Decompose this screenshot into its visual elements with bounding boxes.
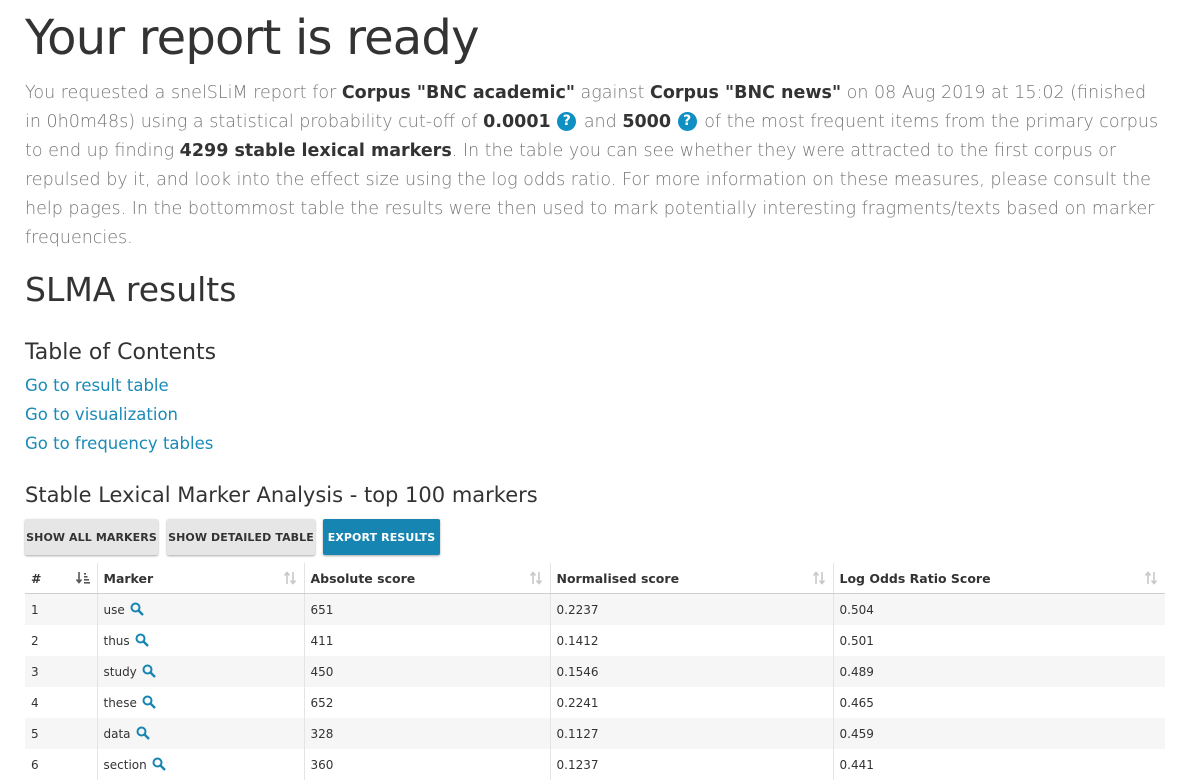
marker-cell: data [97, 718, 305, 749]
log-odds-cell: 0.501 [839, 633, 874, 648]
intro-text: You requested a snelSLiM report for [25, 83, 342, 103]
normalised-score-cell: 0.2241 [550, 687, 834, 718]
report-intro: You requested a snelSLiM report for Corp… [25, 79, 1165, 253]
log-odds-cell: 0.441 [839, 757, 874, 772]
rank-cell: 6 [25, 749, 98, 780]
slma-heading: SLMA results [25, 270, 237, 309]
normalised-score-cell: 0.2237 [550, 593, 834, 625]
absolute-score-cell: 651 [304, 593, 551, 625]
table-row: 3 study 450 0.1546 0.489 [25, 656, 1165, 687]
reference-corpus: Corpus "BNC news" [650, 83, 842, 103]
marker-label: data [103, 727, 131, 741]
marker-label: study [103, 665, 137, 679]
log-odds-cell: 0.504 [833, 593, 1165, 625]
magnifier-icon[interactable] [130, 602, 144, 616]
rank-cell: 4 [25, 687, 98, 718]
absolute-score-cell: 360 [304, 749, 551, 780]
column-header-label: Absolute score [310, 570, 416, 586]
table-row: 2 thus 411 0.1412 0.501 [25, 625, 1165, 656]
magnifier-icon[interactable] [135, 633, 149, 647]
absolute-score-cell: 450 [304, 656, 551, 687]
analysis-heading: Stable Lexical Marker Analysis - top 100… [25, 483, 538, 507]
column-header-marker[interactable]: Marker [97, 563, 305, 594]
column-header-label: Marker [103, 570, 154, 586]
column-header-rank[interactable]: # [25, 563, 98, 594]
sort-desc-icon[interactable] [75, 570, 90, 586]
column-header-log-odds[interactable]: Log Odds Ratio Score [833, 563, 1165, 594]
toc-link-frequency-tables[interactable]: Go to frequency tables [25, 434, 213, 453]
rank-cell: 3 [25, 656, 98, 687]
marker-cell: these [97, 687, 305, 718]
log-odds-cell: 0.459 [833, 718, 1165, 749]
column-header-label: Normalised score [556, 570, 680, 586]
column-header-label: Log Odds Ratio Score [839, 570, 991, 586]
toc-heading: Table of Contents [25, 340, 217, 365]
show-detailed-table-button[interactable]: SHOW DETAILED TABLE [167, 519, 315, 555]
marker-label: thus [103, 634, 130, 648]
magnifier-icon[interactable] [142, 664, 156, 678]
column-header-absolute-score[interactable]: Absolute score [304, 563, 551, 594]
marker-cell: thus [97, 625, 305, 656]
primary-corpus: Corpus "BNC academic" [341, 83, 575, 103]
absolute-score-cell: 411 [304, 625, 551, 656]
rank-cell: 1 [25, 593, 98, 625]
question-circle-icon[interactable]: ? [557, 112, 577, 131]
question-circle-icon[interactable]: ? [677, 112, 697, 131]
normalised-score-cell: 0.1412 [550, 625, 834, 656]
sort-icon[interactable] [812, 570, 826, 586]
toc-link-result-table[interactable]: Go to result table [25, 376, 169, 395]
toc-link-visualization[interactable]: Go to visualization [25, 405, 178, 424]
export-results-button[interactable]: EXPORT RESULTS [323, 519, 440, 555]
page-title: Your report is ready [25, 10, 480, 66]
log-odds-cell: 0.465 [839, 695, 874, 710]
rank-cell: 5 [25, 718, 98, 749]
column-header-normalised-score[interactable]: Normalised score [550, 563, 834, 594]
intro-text: and [578, 112, 623, 132]
marker-label: use [103, 603, 125, 617]
magnifier-icon[interactable] [142, 695, 156, 709]
show-all-markers-button[interactable]: SHOW ALL MARKERS [25, 519, 158, 555]
sort-icon[interactable] [1144, 570, 1158, 586]
sort-icon[interactable] [283, 570, 297, 586]
marker-cell: study [97, 656, 305, 687]
table-row: 4 these 652 0.2241 0.465 [25, 687, 1165, 718]
results-table: # Marker Absolute score Normalised score… [25, 563, 1165, 780]
items-value: 5000 [622, 112, 672, 132]
marker-cell: use [97, 593, 305, 625]
normalised-score-cell: 0.1546 [550, 656, 834, 687]
absolute-score-cell: 328 [304, 718, 551, 749]
marker-count: 4299 stable lexical markers [179, 141, 452, 161]
table-row: 1 use 651 0.2237 0.504 [25, 593, 1165, 625]
sort-icon[interactable] [529, 570, 543, 586]
table-row: 5 data 328 0.1127 0.459 [25, 718, 1165, 749]
marker-label: these [103, 696, 137, 710]
table-row: 6 section 360 0.1237 0.441 [25, 749, 1165, 780]
marker-label: section [103, 758, 147, 772]
normalised-score-cell: 0.1127 [550, 718, 834, 749]
normalised-score-cell: 0.1237 [550, 749, 834, 780]
log-odds-cell: 0.489 [833, 656, 1165, 687]
intro-text: against [574, 83, 650, 103]
cutoff-value: 0.0001 [483, 112, 551, 132]
table-header-row: # Marker Absolute score Normalised score… [25, 563, 1165, 594]
magnifier-icon[interactable] [136, 726, 150, 740]
magnifier-icon[interactable] [152, 757, 166, 771]
rank-cell: 2 [25, 625, 98, 656]
marker-cell: section [97, 749, 305, 780]
column-header-label: # [31, 570, 42, 586]
absolute-score-cell: 652 [304, 687, 551, 718]
